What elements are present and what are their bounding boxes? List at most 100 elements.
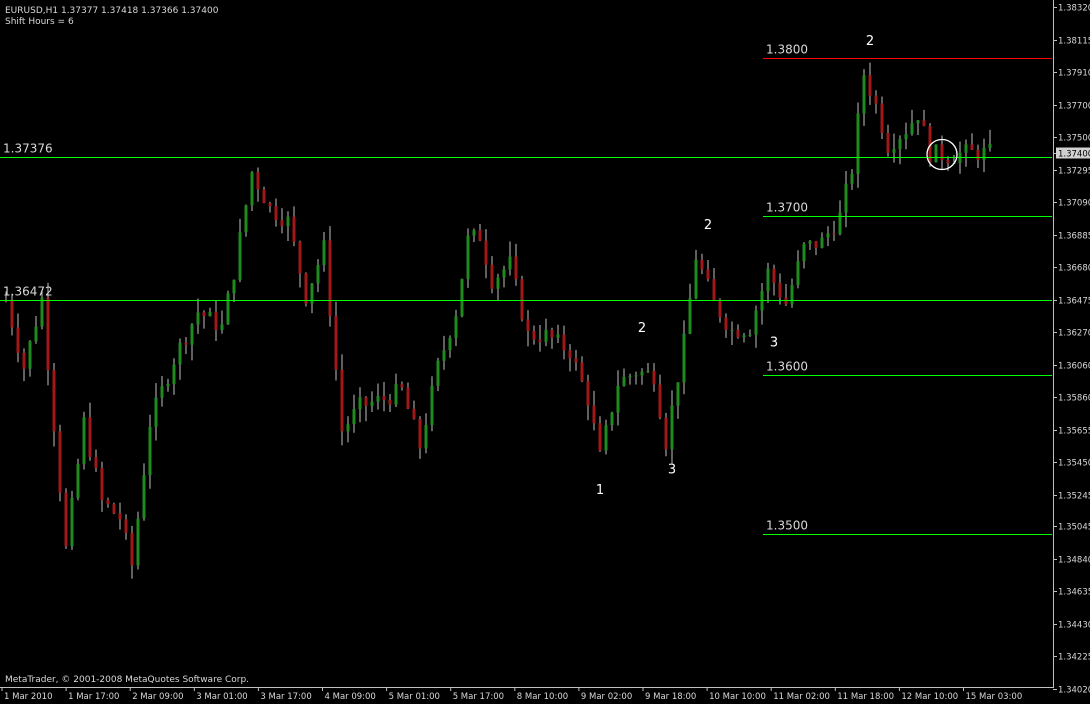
candle-body <box>658 384 662 418</box>
candle-body <box>28 341 32 369</box>
price-tick-label: 1.34635 <box>1058 588 1090 598</box>
candle-body <box>916 120 920 124</box>
candle-body <box>232 279 236 294</box>
time-tick-label: 11 Mar 18:00 <box>837 692 894 702</box>
candle-body <box>256 172 260 190</box>
candle-body <box>226 293 230 325</box>
wave-count-label: 3 <box>668 462 676 477</box>
candle-body <box>862 75 866 114</box>
candle-body <box>136 518 140 566</box>
candle-body <box>166 384 170 387</box>
candle-body <box>688 298 692 334</box>
candle-body <box>436 360 440 386</box>
price-chart[interactable]: 1.37376 1.36472 1.3800 1.3700 1.3600 1.3500 1… <box>0 0 1090 704</box>
candle-body <box>820 237 824 248</box>
candle-body <box>676 382 680 406</box>
candle-body <box>364 397 368 406</box>
candle-body <box>262 189 266 204</box>
candle-body <box>622 377 626 386</box>
candle-body <box>670 405 674 450</box>
time-tick-label: 12 Mar 10:00 <box>901 692 958 702</box>
candle-body <box>646 370 650 372</box>
time-tick-label: 2 Mar 09:00 <box>132 692 183 702</box>
price-tick-label: 1.37700 <box>1058 102 1090 112</box>
candle-body <box>814 241 818 248</box>
candle-body <box>556 334 560 338</box>
candle-body <box>334 316 338 370</box>
candle-body <box>454 316 458 338</box>
candle-body <box>754 310 758 335</box>
time-tick-label: 3 Mar 17:00 <box>260 692 311 702</box>
candle-body <box>172 364 176 385</box>
candle-body <box>460 279 464 317</box>
candle-body <box>766 268 770 292</box>
price-tick-label: 1.34020 <box>1058 686 1090 696</box>
time-tick-label: 15 Mar 03:00 <box>966 692 1023 702</box>
candle-body <box>280 220 284 227</box>
candle-body <box>490 264 494 289</box>
candle-body <box>508 256 512 270</box>
candle-body <box>466 235 470 280</box>
price-tick-label: 1.37295 <box>1058 167 1090 177</box>
price-tick-label: 1.34225 <box>1058 653 1090 663</box>
candle-body <box>934 144 938 163</box>
time-tick-label: 5 Mar 17:00 <box>453 692 504 702</box>
candle-body <box>964 144 968 153</box>
candle-body <box>52 370 56 432</box>
candle-body <box>322 240 326 266</box>
candle-body <box>892 149 896 153</box>
candle-body <box>118 513 122 520</box>
price-tick-label: 1.38115 <box>1058 37 1090 47</box>
candle-body <box>988 144 992 148</box>
price-tick-label: 1.36270 <box>1058 329 1090 339</box>
wave-count-label: 1 <box>596 483 604 498</box>
candle-body <box>370 401 374 406</box>
price-tick-label: 1.38320 <box>1058 4 1090 14</box>
price-level-label: 1.3500 <box>766 519 808 533</box>
candle-body <box>130 532 134 566</box>
candle-body <box>604 425 608 451</box>
candle-body <box>874 95 878 104</box>
candle-body <box>886 132 890 153</box>
candle-body <box>268 203 272 207</box>
candle-body <box>484 240 488 265</box>
time-tick-label: 8 Mar 10:00 <box>517 692 568 702</box>
candle-body <box>592 405 596 424</box>
candle-body <box>22 352 26 369</box>
candle-body <box>34 326 38 342</box>
price-level-label: 1.3800 <box>766 43 808 57</box>
candle-body <box>568 350 572 359</box>
candle-body <box>274 206 278 221</box>
price-tick-label: 1.37090 <box>1058 199 1090 209</box>
price-tick-label: 1.35045 <box>1058 523 1090 533</box>
candle-body <box>424 424 428 449</box>
price-level-label: 1.3600 <box>766 360 808 374</box>
candle-body <box>388 399 392 405</box>
candle-body <box>448 337 452 351</box>
candle-body <box>664 417 668 450</box>
candle-body <box>94 456 98 469</box>
candle-body <box>796 261 800 286</box>
candle-body <box>64 492 68 547</box>
candle-body <box>718 300 722 318</box>
candle-body <box>76 463 80 498</box>
candle-body <box>196 312 200 325</box>
candle-body <box>724 317 728 331</box>
candle-body <box>340 369 344 432</box>
candle-body <box>514 256 518 280</box>
candle-body <box>784 297 788 305</box>
candle-body <box>730 329 734 331</box>
symbol-info: EURUSD,H1 1.37377 1.37418 1.37366 1.3740… <box>5 6 219 16</box>
current-price-label: 1.37400 <box>1058 150 1090 160</box>
candle-body <box>706 269 710 280</box>
candle-body <box>214 311 218 330</box>
price-level-label: 1.37376 <box>3 142 53 156</box>
candle-body <box>382 395 386 400</box>
wave-count-label: 3 <box>770 335 778 350</box>
candle-body <box>586 380 590 406</box>
price-tick-label: 1.35450 <box>1058 459 1090 469</box>
candle-body <box>40 297 44 327</box>
candle-body <box>634 375 638 377</box>
candle-body <box>640 371 644 376</box>
candle-body <box>400 384 404 388</box>
